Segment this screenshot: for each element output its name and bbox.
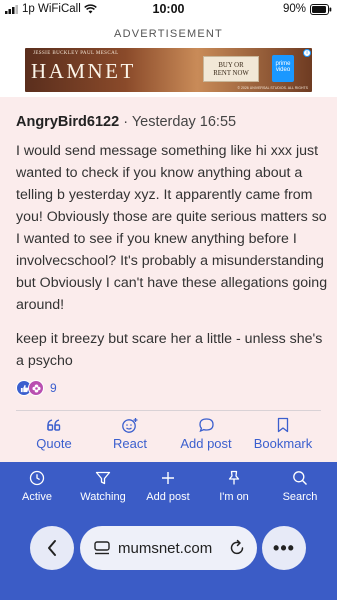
quote-label: Quote — [36, 436, 72, 451]
post-paragraph: keep it breezy but scare her a little - … — [16, 331, 323, 369]
quote-button[interactable]: Quote — [14, 417, 94, 451]
clock-icon — [2, 470, 72, 488]
ad-banner[interactable]: JESSIE BUCKLEY PAUL MESCAL HAMNET BUY OR… — [25, 48, 312, 92]
back-button[interactable] — [30, 526, 74, 570]
flower-icon — [28, 380, 44, 396]
filter-icon — [68, 470, 138, 488]
post-timestamp: Yesterday 16:55 — [131, 114, 237, 130]
status-bar: 1p WiFiCall 10:00 90% — [0, 0, 337, 22]
nav-im-on[interactable]: I'm on — [199, 470, 269, 503]
prime-video-logo: prime video — [272, 55, 294, 82]
nav-active[interactable]: Active — [2, 470, 72, 503]
bookmark-button[interactable]: Bookmark — [243, 417, 323, 451]
add-post-label: Add post — [180, 436, 232, 451]
plus-icon — [133, 470, 203, 488]
post-header: AngryBird6122 · Yesterday 16:55 — [16, 114, 236, 130]
nav-watching-label: Watching — [80, 491, 126, 503]
battery-group: 90% — [283, 3, 332, 15]
bookmark-label: Bookmark — [253, 436, 313, 451]
ad-info-icon[interactable]: i — [303, 49, 311, 57]
nav-active-label: Active — [22, 491, 52, 503]
battery-percent: 90% — [282, 3, 306, 15]
nav-add-post[interactable]: Add post — [133, 470, 203, 503]
chevron-left-icon — [48, 540, 56, 556]
search-icon — [265, 470, 335, 488]
prime-line2: video — [275, 67, 291, 74]
ad-title: HAMNET — [31, 59, 136, 83]
quote-icon — [14, 417, 94, 435]
battery-icon — [310, 3, 332, 15]
page-menu-icon — [94, 541, 110, 555]
ad-buy-line2: RENT NOW — [213, 69, 249, 77]
ad-area: ADVERTISEMENT JESSIE BUCKLEY PAUL MESCAL… — [0, 22, 337, 97]
more-button[interactable]: ••• — [262, 526, 306, 570]
browser-toolbar: mumsnet.com ••• — [0, 526, 337, 572]
reaction-count: 9 — [50, 381, 57, 395]
add-post-button[interactable]: Add post — [166, 417, 246, 451]
post-body: I would send message something like hi x… — [16, 140, 332, 384]
post-author[interactable]: AngryBird6122 — [16, 114, 119, 130]
nav-watching[interactable]: Watching — [68, 470, 138, 503]
bookmark-icon — [243, 417, 323, 435]
react-button[interactable]: React — [90, 417, 170, 451]
speech-bubble-icon — [166, 417, 246, 435]
ad-buy-line1: BUY OR — [218, 62, 244, 69]
post-actions: Quote React Add post Bookmark — [0, 417, 337, 457]
smiley-plus-icon — [90, 417, 170, 435]
react-label: React — [113, 436, 147, 451]
url-text: mumsnet.com — [118, 539, 213, 557]
ad-fine-print: © 2026 UNIVERSAL STUDIOS. ALL RIGHTS — [237, 86, 308, 90]
post-paragraph: I would send message something like hi x… — [16, 143, 328, 313]
nav-search[interactable]: Search — [265, 470, 335, 503]
divider — [16, 410, 321, 411]
nav-im-on-label: I'm on — [219, 491, 249, 503]
nav-add-post-label: Add post — [146, 491, 190, 503]
nav-search-label: Search — [282, 491, 318, 503]
ad-credits: JESSIE BUCKLEY PAUL MESCAL — [33, 51, 119, 56]
reload-icon[interactable] — [229, 539, 245, 561]
forum-post: AngryBird6122 · Yesterday 16:55 I would … — [0, 97, 337, 462]
reactions[interactable]: 9 — [16, 380, 57, 396]
ad-label: ADVERTISEMENT — [114, 28, 223, 40]
ad-buy-button[interactable]: BUY OR RENT NOW — [203, 56, 259, 82]
pin-icon — [199, 470, 269, 488]
address-bar[interactable]: mumsnet.com — [80, 526, 257, 570]
post-separator: · — [123, 114, 129, 130]
